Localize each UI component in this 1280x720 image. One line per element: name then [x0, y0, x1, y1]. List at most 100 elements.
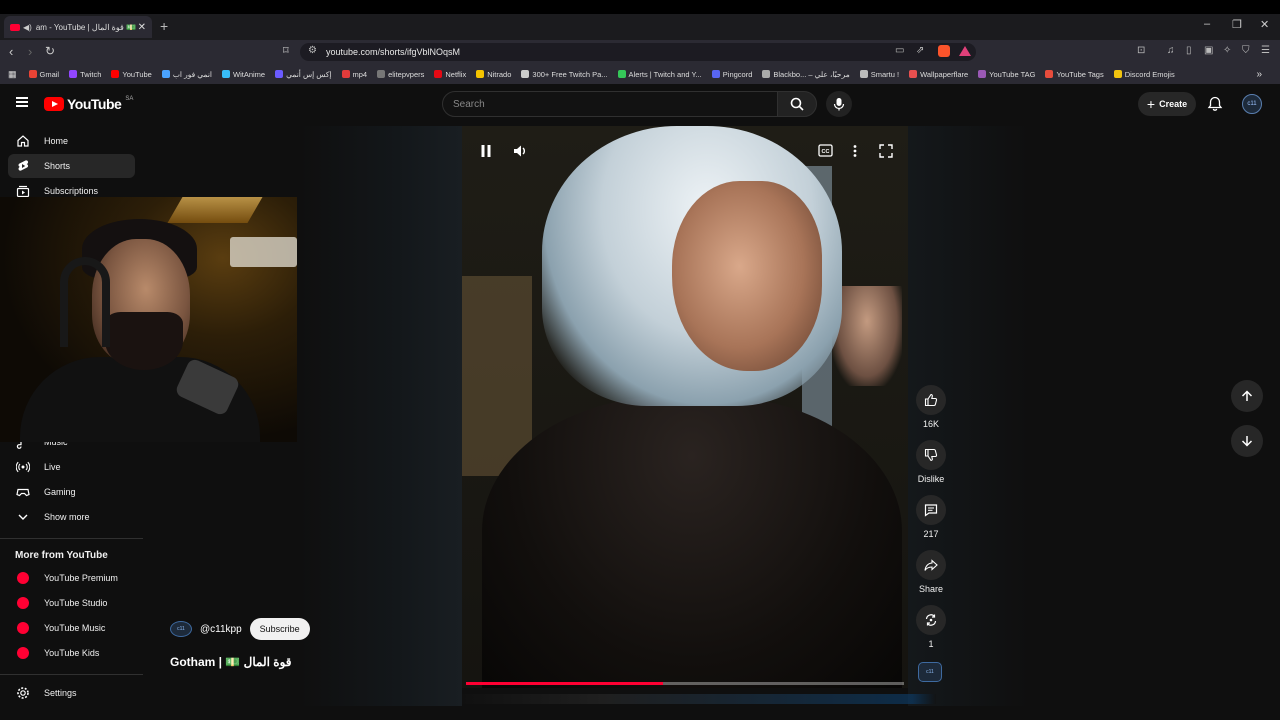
channel-name[interactable]: @c11kpp — [200, 624, 242, 635]
voice-search-button[interactable] — [826, 91, 852, 117]
bookmark-item[interactable]: Wallpaperflare — [909, 70, 968, 79]
cast-icon[interactable]: ▭ — [895, 45, 904, 56]
bookmark-item[interactable]: YouTube TAG — [978, 70, 1035, 79]
pause-icon[interactable] — [480, 144, 492, 158]
share-button[interactable] — [916, 550, 946, 580]
search-icon — [790, 97, 804, 111]
youtube-play-icon — [44, 97, 64, 111]
bookmark-item[interactable]: Discord Emojis — [1113, 69, 1175, 79]
bookmark-item[interactable]: elitepvpers — [377, 70, 424, 79]
bookmark-item[interactable]: انمي فور اب — [161, 70, 212, 79]
video-progress-bar[interactable] — [466, 682, 904, 685]
share-page-icon[interactable]: ⇗ — [916, 45, 924, 56]
speaker-icon[interactable]: ◀) — [23, 23, 32, 32]
maximize-icon[interactable]: ❐ — [1232, 18, 1242, 31]
sidebar-item-youtube-studio[interactable]: YouTube Studio — [8, 591, 135, 615]
bookmark-item[interactable]: إكس إس أنمي — [275, 70, 332, 79]
bookmarks-overflow-icon[interactable]: » — [1256, 69, 1262, 80]
bookmark-label: mp4 — [352, 69, 368, 79]
bookmark-item[interactable]: Pingcord — [711, 70, 752, 79]
sidebar-item-gaming[interactable]: Gaming — [8, 480, 135, 504]
vpn-icon[interactable]: ⛉ — [1242, 45, 1250, 56]
new-tab-button[interactable]: + — [160, 18, 168, 34]
more-options-icon[interactable] — [851, 144, 859, 158]
previous-short-button[interactable] — [1231, 380, 1263, 412]
ambient-left — [300, 126, 462, 706]
wallet-icon[interactable]: ▣ — [1204, 45, 1213, 56]
chevron-down-icon — [18, 514, 28, 520]
menu-icon[interactable]: ☰ — [1261, 45, 1270, 56]
bookmark-item[interactable]: YouTube Tags — [1045, 70, 1104, 79]
short-title[interactable]: Gotham | 💵 قوة المال — [170, 655, 292, 669]
reader-icon[interactable]: ⊡ — [1137, 45, 1145, 56]
bookmark-item[interactable]: Alerts | Twitch and Y... — [617, 70, 702, 79]
create-button[interactable]: + Create — [1138, 92, 1196, 116]
bookmark-item[interactable]: Gmail — [28, 70, 59, 79]
tab-title: am - YouTube | قوة المال 💵 — [35, 22, 136, 32]
sidebar-item-label: Shorts — [44, 161, 71, 171]
volume-icon[interactable] — [513, 144, 528, 158]
bookmark-label: YouTube TAG — [989, 69, 1036, 79]
sidebar-item-youtube-premium[interactable]: YouTube Premium — [8, 566, 135, 590]
user-avatar[interactable]: c11 — [1242, 94, 1262, 114]
notifications-bell-icon[interactable] — [1207, 96, 1223, 112]
apps-icon[interactable]: ▦ — [8, 69, 17, 80]
sidebar-item-live[interactable]: Live — [8, 455, 135, 479]
bookmark-item[interactable]: Nitrado — [476, 70, 511, 79]
bookmark-label: WitAnime — [233, 69, 266, 79]
bookmark-label: elitepvpers — [388, 69, 425, 79]
brave-shield-icon[interactable] — [938, 45, 950, 57]
search-input[interactable]: Search — [442, 91, 778, 117]
sidebar-show-more[interactable]: Show more — [8, 505, 135, 529]
bookmark-item[interactable]: mp4 — [341, 69, 368, 79]
url-field[interactable]: youtube.com/shorts/ifgVblNOqsM — [300, 43, 976, 61]
next-short-button[interactable] — [1231, 425, 1263, 457]
bookmark-favicon-icon — [377, 70, 386, 78]
search-button[interactable] — [777, 91, 817, 117]
channel-avatar[interactable]: c11 — [170, 621, 192, 637]
bookmark-item[interactable]: YouTube — [111, 70, 152, 79]
sidebar-item-youtube-kids[interactable]: YouTube Kids — [8, 641, 135, 665]
sidebar-item-home[interactable]: Home — [8, 129, 135, 153]
extensions-icon[interactable]: ✧ — [1223, 45, 1231, 56]
comments-button[interactable] — [916, 495, 946, 525]
sound-avatar[interactable]: c11 — [918, 662, 942, 682]
fullscreen-icon[interactable] — [879, 144, 893, 158]
close-window-icon[interactable]: ✕ — [1260, 18, 1269, 31]
site-info-icon[interactable]: ⚙ — [308, 45, 317, 56]
bookmark-item[interactable]: 300+ Free Twitch Pa... — [521, 70, 608, 79]
comment-icon — [924, 504, 938, 517]
subscribe-button[interactable]: Subscribe — [249, 618, 310, 640]
youtube-logo[interactable]: YouTube SA — [44, 96, 133, 112]
sidebar-item-settings[interactable]: Settings — [8, 681, 135, 705]
music-icon[interactable]: ♫ — [1167, 45, 1175, 56]
back-icon[interactable]: ‹ — [9, 44, 13, 59]
bookmark-item[interactable]: Netflix — [434, 70, 466, 79]
like-button[interactable] — [916, 385, 946, 415]
browser-tab[interactable]: ◀) am - YouTube | قوة المال 💵 ✕ — [4, 16, 152, 38]
minimize-icon[interactable]: – — [1204, 18, 1210, 30]
remix-button[interactable] — [916, 605, 946, 635]
shorts-video-player[interactable] — [462, 126, 908, 688]
captions-icon[interactable]: CC — [818, 144, 833, 157]
svg-text:CC: CC — [822, 149, 830, 155]
arrow-down-icon — [1241, 436, 1253, 447]
bookmark-icon[interactable]: ⌑ — [283, 44, 289, 57]
bookmark-favicon-icon — [28, 70, 37, 78]
dislike-button[interactable] — [916, 440, 946, 470]
bookmark-item[interactable]: Smartu ! — [859, 70, 899, 79]
sidebar-divider — [0, 674, 143, 675]
bookmark-item[interactable]: WitAnime — [222, 70, 265, 79]
sidebar-item-shorts[interactable]: Shorts — [8, 154, 135, 178]
rewards-icon[interactable] — [959, 46, 971, 56]
bookmark-item[interactable]: Twitch — [69, 70, 101, 79]
reload-icon[interactable]: ↻ — [45, 44, 55, 58]
hamburger-menu-icon[interactable] — [16, 97, 28, 107]
close-tab-icon[interactable]: ✕ — [138, 22, 146, 33]
sidebar-icon[interactable]: ▯ — [1186, 45, 1192, 56]
bookmark-favicon-icon — [222, 70, 231, 78]
forward-icon[interactable]: › — [28, 44, 32, 59]
sidebar-item-youtube-music[interactable]: YouTube Music — [8, 616, 135, 640]
bookmark-label: Discord Emojis — [1124, 69, 1175, 79]
bookmark-item[interactable]: Blackbo... – مرحبًا، علي — [762, 70, 850, 79]
